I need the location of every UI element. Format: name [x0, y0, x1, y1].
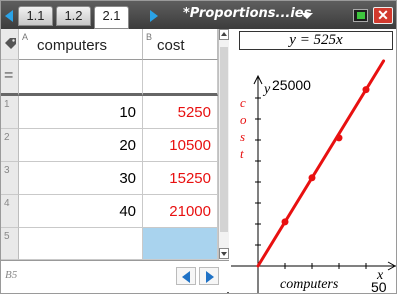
scroll-left-button[interactable] — [176, 267, 196, 285]
scroll-down-button[interactable] — [219, 248, 229, 259]
close-button[interactable]: ✕ — [373, 7, 393, 24]
cell-a5[interactable] — [19, 228, 143, 260]
battery-icon — [353, 9, 368, 22]
x-max-label: 50 — [371, 279, 387, 293]
function-label[interactable]: y = 525x — [239, 31, 393, 50]
y-axis-title-letter: c — [240, 95, 246, 110]
scroll-up-button[interactable] — [219, 29, 229, 40]
y-axis-title-letter: o — [240, 112, 247, 127]
cell-b4[interactable]: 21000 — [143, 195, 218, 228]
spreadsheet: A computers B cost = 1 10 5250 2 20 1050… — [1, 29, 229, 293]
scroll-right-icon — [206, 271, 214, 283]
column-letter-b: B — [146, 32, 153, 42]
row-number[interactable]: 1 — [1, 96, 19, 129]
y-axis-title-letter: t — [240, 146, 244, 161]
scroll-up-icon — [221, 32, 227, 36]
scroll-left-icon — [182, 271, 190, 283]
next-page-icon[interactable] — [150, 10, 158, 22]
graph-area[interactable]: y 25000 computers x 50 cost — [231, 29, 397, 295]
column-header-a[interactable]: A computers — [19, 29, 143, 60]
cell-b5-selected[interactable] — [143, 228, 218, 260]
cell-b1[interactable]: 5250 — [143, 96, 218, 129]
scroll-right-button[interactable] — [199, 267, 219, 285]
scroll-thumb[interactable] — [220, 47, 228, 232]
data-point-1[interactable] — [281, 218, 289, 226]
data-point-2[interactable] — [308, 174, 316, 182]
graph-canvas: y 25000 computers x 50 cost — [231, 59, 397, 295]
corner-cell[interactable] — [1, 29, 19, 60]
prev-page-icon[interactable] — [5, 10, 13, 22]
column-name-b: cost — [157, 37, 185, 54]
vertical-scrollbar[interactable] — [218, 29, 229, 260]
y-max-label: 25000 — [272, 77, 311, 93]
column-header-b[interactable]: B cost — [143, 29, 218, 60]
y-axis-var-label: y — [262, 82, 271, 97]
cell-a2[interactable]: 20 — [19, 129, 143, 162]
scroll-down-icon — [221, 252, 227, 256]
x-axis-title: computers — [280, 277, 339, 292]
document-menu-caret-icon[interactable] — [301, 13, 313, 19]
column-name-a: computers — [37, 37, 108, 54]
formula-row-label: = — [1, 60, 19, 96]
data-point-3[interactable] — [335, 134, 343, 142]
document-title[interactable]: *Proportions...ies — [183, 6, 311, 21]
formula-cell-a[interactable] — [19, 60, 143, 96]
y-axis-title-letter: s — [240, 129, 245, 144]
column-letter-a: A — [22, 32, 29, 42]
row-number[interactable]: 5 — [1, 228, 19, 260]
cell-a1[interactable]: 10 — [19, 96, 143, 129]
cell-a3[interactable]: 30 — [19, 162, 143, 195]
selected-cell-reference: B5 — [5, 269, 18, 281]
row-number[interactable]: 3 — [1, 162, 19, 195]
tab-1-2[interactable]: 1.2 — [56, 6, 91, 26]
row-number[interactable]: 4 — [1, 195, 19, 228]
row-number[interactable]: 2 — [1, 129, 19, 162]
cell-a4[interactable]: 40 — [19, 195, 143, 228]
tab-2-1[interactable]: 2.1 — [94, 6, 129, 29]
cell-b3[interactable]: 15250 — [143, 162, 218, 195]
status-bar: B5 — [1, 260, 229, 292]
y-axis-title: cost — [240, 95, 247, 161]
tab-bar: 1.1 1.2 2.1 *Proportions...ies ✕ — [1, 1, 396, 29]
tab-1-1[interactable]: 1.1 — [18, 6, 53, 26]
data-point-4[interactable] — [362, 86, 370, 94]
formula-cell-b[interactable] — [143, 60, 218, 96]
cell-b2[interactable]: 10500 — [143, 129, 218, 162]
tag-icon — [5, 38, 16, 49]
